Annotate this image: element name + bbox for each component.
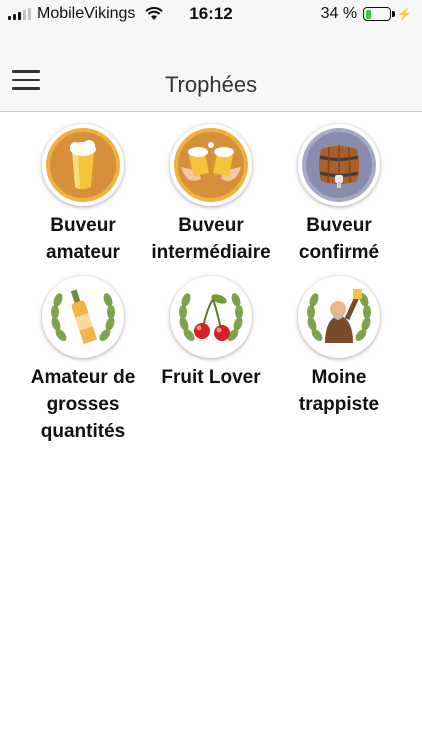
- trophy-label: Buveur confirmé: [298, 215, 380, 263]
- trophy-label: Buveur amateur: [46, 215, 120, 263]
- trophy-item-buveur-confirme[interactable]: Buveur confirmé: [278, 124, 400, 266]
- cheers-icon: [174, 128, 248, 202]
- status-bar: MobileVikings 16:12 34 % ⚡: [0, 0, 422, 28]
- trophy-item-fruit-lover[interactable]: Fruit Lover: [150, 276, 272, 445]
- trophy-badge: [170, 276, 252, 358]
- trophy-item-buveur-amateur[interactable]: Buveur amateur: [22, 124, 144, 266]
- navigation-bar: Trophées: [0, 28, 422, 112]
- trophy-label: Fruit Lover: [161, 367, 261, 388]
- trophy-grid: Buveur amateur Buveur intermédiaire Buve…: [0, 112, 422, 445]
- trophy-item-buveur-intermediaire[interactable]: Buveur intermédiaire: [150, 124, 272, 266]
- trophy-badge: [298, 124, 380, 206]
- trophy-badge: [170, 124, 252, 206]
- trophy-badge: [298, 276, 380, 358]
- trophy-item-moine-trappiste[interactable]: Moine trappiste: [278, 276, 400, 445]
- beer-glass-icon: [46, 128, 120, 202]
- trophy-label: Buveur intermédiaire: [151, 215, 271, 263]
- monk-laurel-icon: [302, 280, 376, 354]
- trophy-badge: [42, 276, 124, 358]
- battery-level: [365, 9, 372, 19]
- trophy-label: Moine trappiste: [298, 367, 380, 415]
- status-right: 34 % ⚡: [321, 5, 412, 23]
- battery-percent: 34 %: [320, 5, 358, 22]
- trophy-label: Amateur de grosses quantités: [30, 367, 136, 442]
- cherries-laurel-icon: [174, 280, 248, 354]
- charging-bolt-icon: ⚡: [397, 7, 412, 21]
- barrel-icon: [302, 128, 376, 202]
- bottle-laurel-icon: [46, 280, 120, 354]
- battery-icon: [363, 7, 396, 21]
- page-title: Trophées: [164, 72, 258, 97]
- trophy-badge: [42, 124, 124, 206]
- trophy-item-amateur-de-grosses-quantites[interactable]: Amateur de grosses quantités: [22, 276, 144, 445]
